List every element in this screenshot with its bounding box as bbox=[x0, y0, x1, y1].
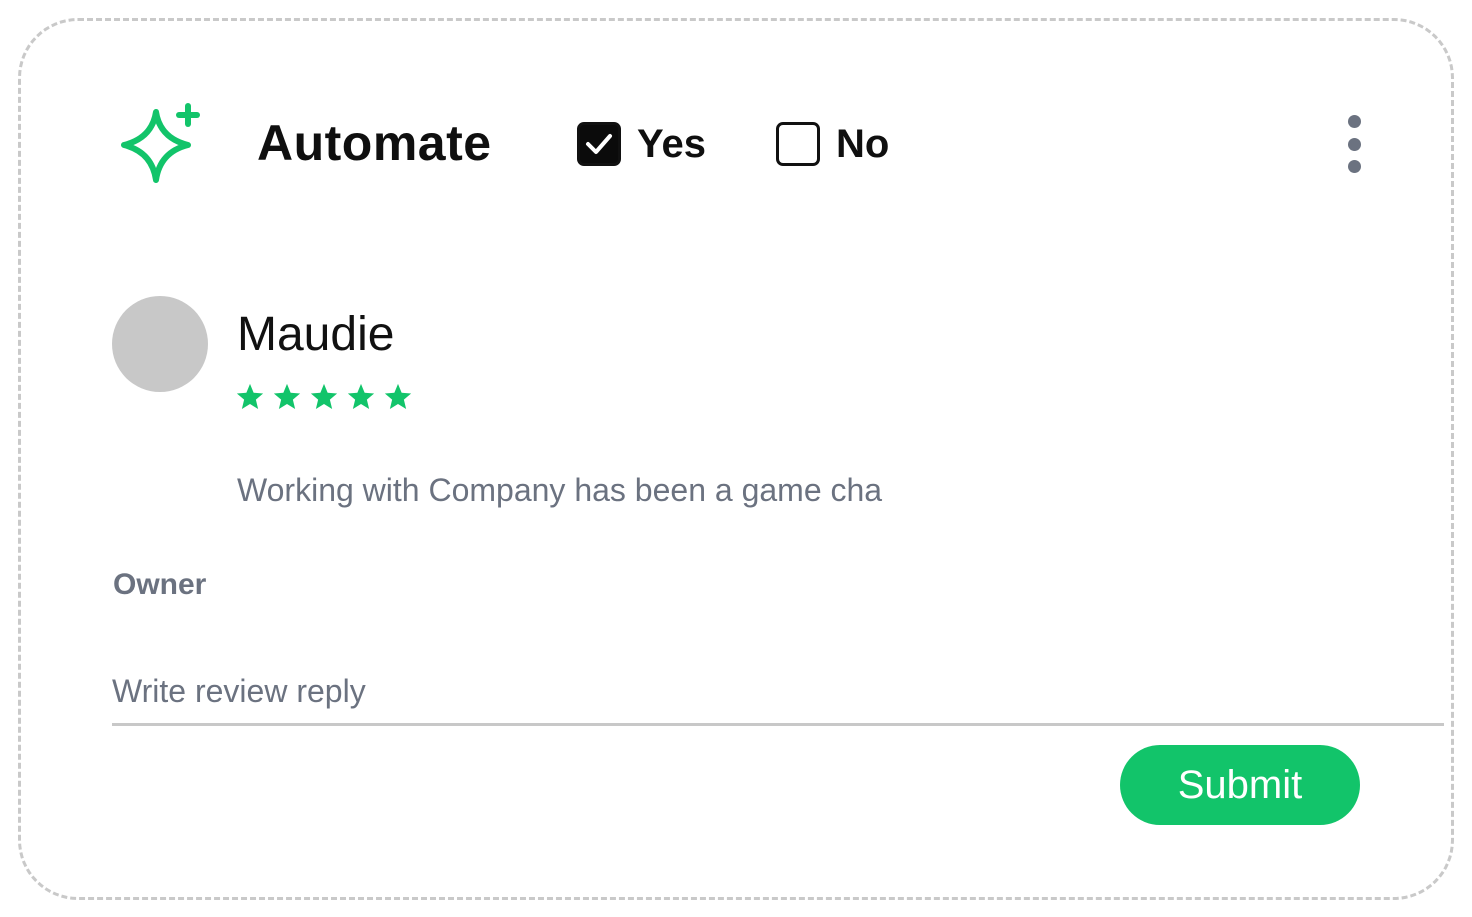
automate-title: Automate bbox=[257, 115, 492, 171]
yes-checkbox[interactable]: Yes bbox=[577, 119, 706, 169]
no-checkbox[interactable]: No bbox=[776, 119, 889, 169]
kebab-dot bbox=[1347, 115, 1361, 128]
reply-input[interactable] bbox=[112, 660, 1444, 726]
star-icon bbox=[384, 383, 412, 409]
owner-label: Owner bbox=[113, 568, 207, 601]
submit-button[interactable]: Submit bbox=[1120, 745, 1360, 825]
reviewer-name: Maudie bbox=[237, 308, 395, 361]
review-text: Working with Company has been a game cha bbox=[237, 472, 883, 508]
star-icon bbox=[236, 383, 264, 409]
avatar bbox=[112, 296, 208, 392]
kebab-dot bbox=[1347, 137, 1361, 151]
yes-label: Yes bbox=[637, 121, 706, 166]
star-icon bbox=[310, 383, 338, 409]
no-label: No bbox=[836, 121, 890, 166]
star-rating bbox=[235, 382, 413, 412]
more-vertical-icon[interactable] bbox=[1338, 112, 1370, 176]
star-icon bbox=[273, 383, 301, 409]
star-icon bbox=[347, 383, 375, 409]
checkbox-unchecked-icon[interactable] bbox=[776, 122, 820, 166]
sparkle-icon bbox=[116, 100, 206, 190]
checkbox-checked-icon[interactable] bbox=[577, 122, 621, 166]
kebab-dot bbox=[1347, 160, 1361, 173]
